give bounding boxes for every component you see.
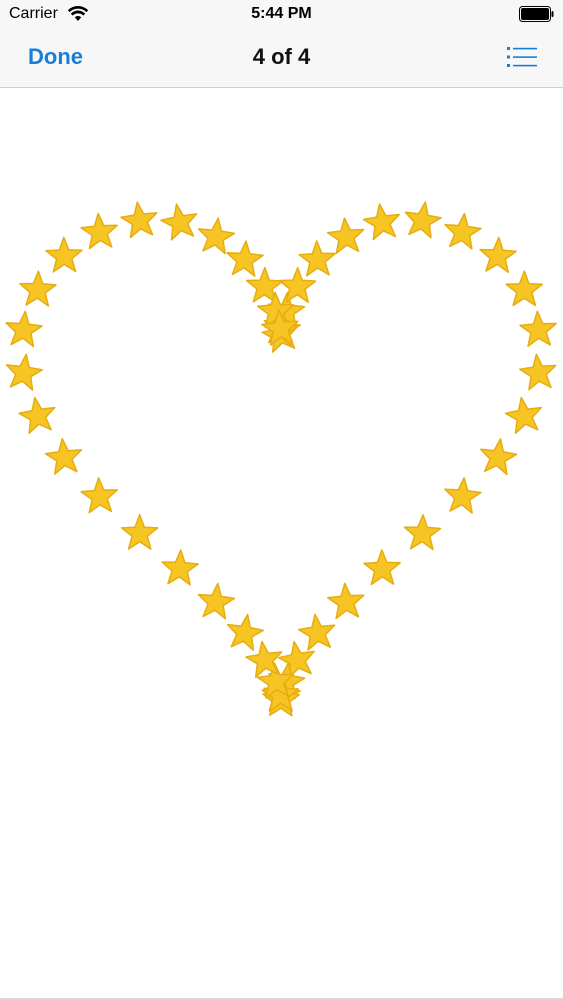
- star-icon: [80, 212, 118, 250]
- star-icon: [519, 353, 557, 391]
- star-icon: [226, 240, 264, 277]
- star-icon: [197, 217, 236, 255]
- star-icon: [479, 236, 517, 274]
- status-bar: Carrier 5:44 PM: [0, 0, 563, 30]
- battery-icon: [519, 6, 554, 22]
- star-icon: [362, 203, 401, 241]
- star-icon: [326, 217, 365, 255]
- star-icon: [363, 549, 401, 586]
- star-icon: [298, 240, 336, 277]
- star-icon: [120, 513, 159, 550]
- photo-content: [0, 88, 563, 999]
- star-icon: [44, 437, 83, 475]
- star-icon: [403, 514, 442, 551]
- star-icon: [120, 201, 158, 239]
- star-icon: [480, 438, 518, 476]
- star-icon: [505, 270, 544, 307]
- star-icon: [160, 203, 198, 241]
- star-icon: [5, 310, 43, 348]
- star-icon: [504, 396, 542, 434]
- star-icon: [19, 270, 57, 307]
- star-icon: [45, 236, 83, 273]
- star-icon: [197, 582, 236, 620]
- photo-viewer-screen: Carrier 5:44 PM Done 4 of 4: [0, 0, 563, 1000]
- star-icon: [226, 613, 265, 651]
- star-icon: [161, 549, 199, 586]
- list-icon[interactable]: [507, 46, 537, 68]
- star-icon: [519, 310, 557, 347]
- heart-image: [5, 201, 557, 717]
- star-icon: [297, 613, 336, 651]
- star-icon: [444, 477, 482, 514]
- status-time: 5:44 PM: [251, 5, 312, 22]
- navigation-bar: Done 4 of 4: [0, 30, 563, 88]
- page-title: 4 of 4: [252, 44, 311, 69]
- star-icon: [80, 477, 119, 514]
- star-icon: [444, 212, 482, 250]
- star-icon: [18, 396, 56, 434]
- star-icon: [326, 582, 365, 620]
- star-icon: [5, 353, 44, 391]
- star-icon: [404, 201, 442, 239]
